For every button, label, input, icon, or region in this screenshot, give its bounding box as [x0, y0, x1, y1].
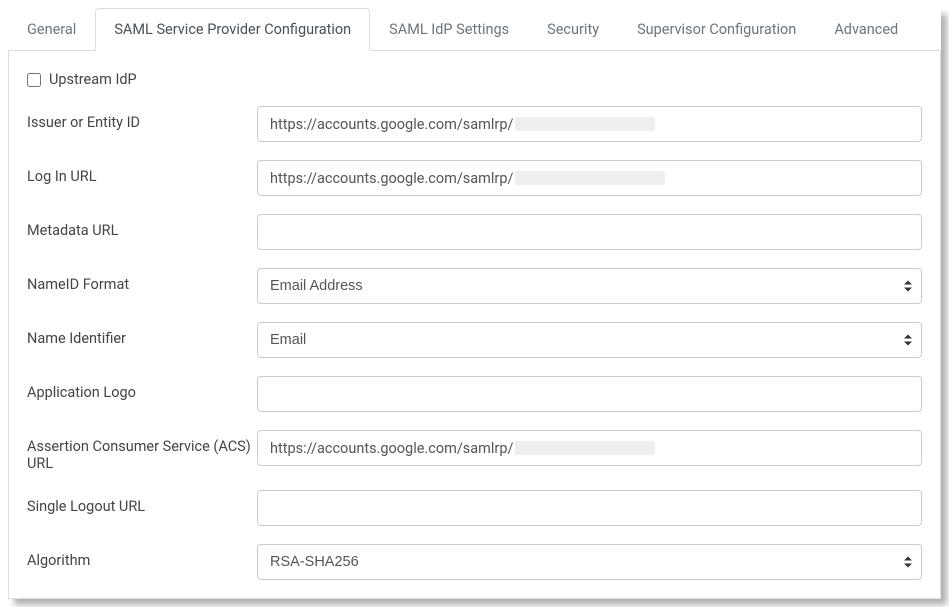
redacted-text [515, 441, 655, 455]
name-identifier-select[interactable]: Email [257, 322, 922, 358]
redacted-text [515, 117, 655, 131]
tab-security[interactable]: Security [528, 8, 618, 51]
nameid-format-select[interactable]: Email Address [257, 268, 922, 304]
redacted-text [515, 171, 665, 185]
acs-url-input[interactable]: https://accounts.google.com/samlrp/ [257, 430, 922, 466]
algorithm-select[interactable]: RSA-SHA256 [257, 544, 922, 580]
metadata-url-input[interactable] [257, 214, 922, 250]
login-url-row: Log In URL https://accounts.google.com/s… [27, 160, 922, 196]
upstream-idp-checkbox[interactable] [27, 73, 41, 87]
tab-supervisor-configuration[interactable]: Supervisor Configuration [618, 8, 815, 51]
tab-saml-service-provider[interactable]: SAML Service Provider Configuration [95, 8, 370, 51]
upstream-idp-label: Upstream IdP [49, 71, 137, 88]
name-identifier-row: Name Identifier Email [27, 322, 922, 358]
metadata-url-row: Metadata URL [27, 214, 922, 250]
nameid-format-row: NameID Format Email Address [27, 268, 922, 304]
login-url-label: Log In URL [27, 160, 257, 185]
nameid-format-label: NameID Format [27, 268, 257, 293]
acs-url-value-prefix: https://accounts.google.com/samlrp/ [270, 440, 513, 457]
tab-bar: General SAML Service Provider Configurat… [8, 8, 941, 51]
issuer-input[interactable]: https://accounts.google.com/samlrp/ [257, 106, 922, 142]
issuer-row: Issuer or Entity ID https://accounts.goo… [27, 106, 922, 142]
tab-saml-idp-settings[interactable]: SAML IdP Settings [370, 8, 528, 51]
tab-general[interactable]: General [8, 8, 95, 51]
slo-url-input[interactable] [257, 490, 922, 526]
slo-url-label: Single Logout URL [27, 490, 257, 515]
login-url-input[interactable]: https://accounts.google.com/samlrp/ [257, 160, 922, 196]
login-url-value-prefix: https://accounts.google.com/samlrp/ [270, 170, 513, 187]
upstream-idp-row: Upstream IdP [27, 71, 922, 88]
metadata-url-label: Metadata URL [27, 214, 257, 239]
acs-url-label: Assertion Consumer Service (ACS) URL [27, 430, 257, 472]
algorithm-row: Algorithm RSA-SHA256 [27, 544, 922, 580]
issuer-value-prefix: https://accounts.google.com/samlrp/ [270, 116, 513, 133]
slo-url-row: Single Logout URL [27, 490, 922, 526]
application-logo-input[interactable] [257, 376, 922, 412]
algorithm-label: Algorithm [27, 544, 257, 569]
issuer-label: Issuer or Entity ID [27, 106, 257, 131]
application-logo-label: Application Logo [27, 376, 257, 401]
name-identifier-label: Name Identifier [27, 322, 257, 347]
application-logo-row: Application Logo [27, 376, 922, 412]
acs-url-row: Assertion Consumer Service (ACS) URL htt… [27, 430, 922, 472]
tab-advanced[interactable]: Advanced [815, 8, 917, 51]
tab-panel-saml-sp: Upstream IdP Issuer or Entity ID https:/… [8, 51, 941, 599]
